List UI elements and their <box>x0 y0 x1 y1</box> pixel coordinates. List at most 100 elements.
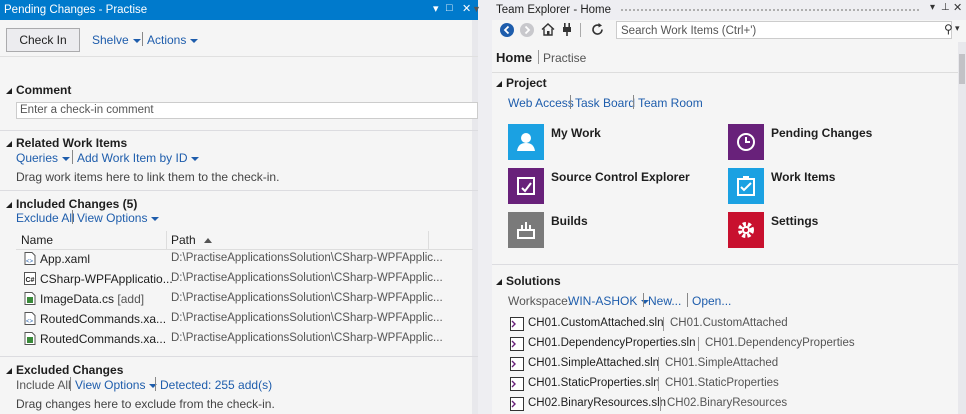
excluded-changes-heading[interactable]: Excluded Changes <box>6 363 123 377</box>
source-control-explorer-tile[interactable]: Source Control Explorer <box>508 168 708 206</box>
solution-item[interactable]: CH01.SimpleAttached.sln CH01.SimpleAttac… <box>508 354 948 374</box>
file-path: D:\PractiseApplicationsSolution\CSharp-W… <box>171 292 443 304</box>
solutions-heading-label: Solutions <box>506 274 561 288</box>
breadcrumb: Home Practise <box>492 42 958 73</box>
solution-file-name: CH02.BinaryResources.sln <box>528 397 667 409</box>
open-solution-link[interactable]: Open... <box>692 294 731 308</box>
detected-link[interactable]: Detected: 255 add(s) <box>160 378 272 392</box>
view-options-dropdown[interactable]: View Options <box>75 378 158 392</box>
connect-plug-icon[interactable] <box>560 22 574 40</box>
pending-toolbar: Check In Shelve Actions <box>0 20 478 57</box>
builds-tile[interactable]: Builds <box>508 212 708 250</box>
included-changes-heading[interactable]: Included Changes (5) <box>6 197 137 211</box>
xaml-file-icon: <> <box>24 252 36 265</box>
column-divider[interactable] <box>166 231 167 249</box>
team-room-link[interactable]: Team Room <box>638 96 703 110</box>
solution-project-name: CH01.DependencyProperties <box>705 337 855 349</box>
table-row[interactable]: <> App.xaml D:\PractiseApplicationsSolut… <box>16 249 473 269</box>
table-row[interactable]: C# CSharp-WPFApplicatio... D:\PractiseAp… <box>16 269 473 289</box>
window-menu-icon[interactable]: ▾ <box>433 2 439 15</box>
right-scrollbar[interactable] <box>958 42 966 414</box>
project-section: Project Web Access Task Board Team Room … <box>492 74 958 264</box>
search-icon[interactable]: ⚲ <box>944 22 953 36</box>
solution-file-name: CH01.StaticProperties.sln <box>528 377 660 389</box>
path-column-header[interactable]: Path <box>171 233 212 247</box>
view-options-label: View Options <box>75 378 146 392</box>
cs-file-icon <box>24 332 36 345</box>
check-in-button[interactable]: Check In <box>6 28 80 52</box>
view-options-dropdown[interactable]: View Options <box>77 211 160 225</box>
source-control-icon <box>508 168 544 204</box>
solution-item[interactable]: CH02.BinaryResources.sln CH02.BinaryReso… <box>508 394 948 414</box>
link-divider <box>72 150 73 164</box>
search-options-chevron-icon[interactable]: ▾ <box>955 23 960 34</box>
solutions-heading[interactable]: Solutions <box>496 274 561 288</box>
team-explorer-panel: Team Explorer - Home ▾ ⊥ ✕ Search Work I… <box>492 0 966 414</box>
forward-arrow-icon[interactable] <box>520 23 534 37</box>
queries-dropdown[interactable]: Queries <box>16 151 71 165</box>
change-type-tag: [add] <box>117 292 145 306</box>
divider <box>492 264 958 265</box>
settings-tile[interactable]: Settings <box>728 212 948 250</box>
solution-file-icon <box>510 317 524 331</box>
new-solution-link[interactable]: New... <box>648 294 681 308</box>
excluded-hint: Drag changes here to exclude from the ch… <box>16 397 275 411</box>
home-label[interactable]: Home <box>496 50 532 65</box>
chevron-down-icon <box>190 38 199 43</box>
table-row[interactable]: RoutedCommands.xa... D:\PractiseApplicat… <box>16 329 473 349</box>
link-divider <box>155 377 156 391</box>
web-access-link[interactable]: Web Access <box>508 96 574 110</box>
comment-heading-label: Comment <box>16 83 72 97</box>
source-control-explorer-label: Source Control Explorer <box>551 170 690 184</box>
table-row[interactable]: ImageData.cs [add] D:\PractiseApplicatio… <box>16 289 473 309</box>
context-label[interactable]: Practise <box>543 51 586 65</box>
my-work-tile[interactable]: My Work <box>508 124 708 162</box>
chevron-down-icon <box>62 156 71 161</box>
back-arrow-icon[interactable] <box>500 23 514 37</box>
window-menu-icon[interactable]: ▾ <box>930 2 935 13</box>
link-divider <box>570 95 571 109</box>
name-column-header[interactable]: Name <box>21 233 53 247</box>
pending-changes-tile[interactable]: Pending Changes <box>728 124 948 162</box>
actions-dropdown[interactable]: Actions <box>147 33 199 47</box>
svg-text:<>: <> <box>26 319 34 325</box>
shelve-label: Shelve <box>92 33 129 47</box>
solution-item[interactable]: CH01.StaticProperties.sln CH01.StaticPro… <box>508 374 948 394</box>
close-icon[interactable]: ✕ <box>462 2 471 15</box>
pending-changes-panel: Pending Changes - Practise ▾ □ ✕ Check I… <box>0 0 478 414</box>
comment-input[interactable]: Enter a check-in comment <box>16 102 478 119</box>
shelve-dropdown[interactable]: Shelve <box>92 33 141 47</box>
home-icon[interactable] <box>540 22 556 40</box>
work-items-tile[interactable]: Work Items <box>728 168 948 206</box>
task-board-link[interactable]: Task Board <box>575 96 635 110</box>
exclude-all-link[interactable]: Exclude All <box>16 211 75 225</box>
pin-icon[interactable]: ⊥ <box>941 2 950 13</box>
include-all-link[interactable]: Include All <box>16 378 71 392</box>
drag-grip[interactable] <box>620 8 920 13</box>
search-work-items-input[interactable]: Search Work Items (Ctrl+') <box>616 21 952 39</box>
dropdown-arrow-icon[interactable]: ▼ <box>472 4 481 14</box>
solution-item[interactable]: CH01.DependencyProperties.sln CH01.Depen… <box>508 334 948 354</box>
builds-label: Builds <box>551 214 588 228</box>
view-options-label: View Options <box>77 211 148 225</box>
close-icon[interactable]: ✕ <box>953 1 962 14</box>
refresh-icon[interactable] <box>590 22 605 40</box>
workspace-dropdown[interactable]: WIN-ASHOK <box>568 294 650 308</box>
solution-item[interactable]: CH01.CustomAttached.sln CH01.CustomAttac… <box>508 314 948 334</box>
add-work-item-label: Add Work Item by ID <box>77 151 188 165</box>
maximize-icon[interactable]: □ <box>446 2 453 14</box>
collapse-triangle-icon <box>6 201 12 208</box>
pane-splitter[interactable]: ▼ <box>472 0 492 414</box>
pending-changes-titlebar: Pending Changes - Practise ▾ □ ✕ <box>0 0 478 20</box>
related-work-items-heading[interactable]: Related Work Items <box>6 136 127 150</box>
file-name: RoutedCommands.xa... <box>40 312 167 326</box>
project-heading-label: Project <box>506 76 547 90</box>
column-divider[interactable] <box>428 231 429 249</box>
xaml-file-icon: <> <box>24 312 36 325</box>
clock-icon <box>728 124 764 160</box>
scrollbar-thumb[interactable] <box>959 54 965 84</box>
table-row[interactable]: <> RoutedCommands.xa... D:\PractiseAppli… <box>16 309 473 329</box>
project-heading[interactable]: Project <box>496 76 547 90</box>
comment-heading[interactable]: Comment <box>6 83 71 97</box>
add-work-item-dropdown[interactable]: Add Work Item by ID <box>77 151 200 165</box>
